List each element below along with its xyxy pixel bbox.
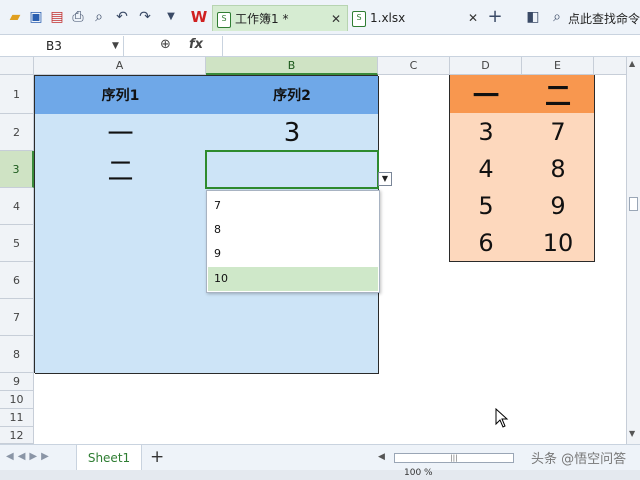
scroll-down-icon[interactable]: ▼ [629,429,635,438]
status-bar: 100 % [0,468,640,480]
close-icon[interactable]: ✕ [468,5,478,31]
search-icon[interactable]: ⌕ [548,8,566,26]
hscroll-left-icon[interactable]: ◀ [378,452,385,462]
scroll-thumb[interactable] [629,197,638,211]
horizontal-scroll-thumb[interactable]: ||| [394,453,514,463]
row-header-11[interactable]: 11 [0,409,34,427]
cell-a2[interactable]: 一 [35,114,207,152]
column-header-f[interactable] [594,57,626,75]
cell-b7[interactable] [206,299,379,337]
wps-logo-icon[interactable]: W [190,8,208,26]
close-icon[interactable]: ✕ [331,6,341,32]
dropdown-option-10[interactable]: 10 [208,267,378,291]
tab-label: 工作簿1 * [235,12,289,26]
quick-access-toolbar: ▰ ▣ ▤ ⎙ ⌕ ↶ ↷ ▼ W S 工作簿1 * ✕ S 1.xlsx ✕ … [0,0,640,35]
cell-e2[interactable]: 7 [522,113,595,151]
sheet-tab-bar: ◀◀▶▶ Sheet1 + ◀ ||| 头条 @悟空问答 [0,444,640,471]
row-header-8[interactable]: 8 [0,336,34,373]
fx-label[interactable]: fx [189,37,203,52]
row-header-7[interactable]: 7 [0,299,34,336]
cell-d5[interactable]: 6 [450,224,523,262]
cell-d4[interactable]: 5 [450,187,523,225]
watermark: 头条 @悟空问答 [531,452,627,467]
formula-input[interactable] [222,36,640,56]
cell-a6[interactable] [35,262,207,300]
column-header-a[interactable]: A [34,57,206,75]
save-icon[interactable]: ▣ [27,8,45,26]
validation-dropdown-list: 7 8 9 10 [206,190,380,293]
zoom-level[interactable]: 100 % [404,468,433,478]
cell-e3[interactable]: 8 [522,150,595,188]
tab-list-icon[interactable]: ◧ [524,8,542,26]
cell-b1[interactable]: 序列2 [206,76,379,115]
name-box[interactable]: B3 ▼ [0,36,124,56]
row-header-6[interactable]: 6 [0,262,34,299]
select-all-corner[interactable] [0,57,34,75]
tab-label: 1.xlsx [370,11,406,25]
cell-a7[interactable] [35,299,207,337]
zoom-function-icon[interactable]: ⊕ [160,37,171,52]
cell-d3[interactable]: 4 [450,150,523,188]
export-pdf-icon[interactable]: ▤ [48,8,66,26]
command-search-label[interactable]: 点此查找命令 [568,10,640,27]
row-header-12[interactable]: 12 [0,427,34,444]
row-header-10[interactable]: 10 [0,391,34,409]
cell-b2[interactable]: 3 [206,114,379,152]
row-header-3[interactable]: 3 [0,151,34,188]
column-header-b[interactable]: B [206,57,378,75]
sheet-tab-sheet1[interactable]: Sheet1 [76,445,142,471]
cell-reference: B3 [46,39,62,53]
cell-a3[interactable]: 二 [35,151,207,189]
cell-e5[interactable]: 10 [522,224,595,262]
active-cell-outline [205,150,379,189]
cell-a8[interactable] [35,336,207,374]
cell-dropdown-arrow-icon[interactable]: ▼ [378,172,392,186]
table-source-list: 一 二 3 7 4 8 5 9 6 10 [449,75,595,262]
open-folder-icon[interactable]: ▰ [6,8,24,26]
undo-icon[interactable]: ↶ [113,8,131,26]
vertical-scrollbar[interactable]: ▲ ▼ [626,57,640,444]
add-sheet-icon[interactable]: + [150,447,164,467]
tab-workbook1[interactable]: S 工作簿1 * ✕ [212,5,348,31]
scroll-up-icon[interactable]: ▲ [629,59,635,68]
row-header-2[interactable]: 2 [0,114,34,151]
cell-e1[interactable]: 二 [522,75,595,114]
dropdown-option-7[interactable]: 7 [208,194,378,218]
cell-d1[interactable]: 一 [450,75,523,114]
row-header-5[interactable]: 5 [0,225,34,262]
cell-a1[interactable]: 序列1 [35,76,207,115]
redo-icon[interactable]: ↷ [136,8,154,26]
cell-e4[interactable]: 9 [522,187,595,225]
cell-d2[interactable]: 3 [450,113,523,151]
dropdown-option-9[interactable]: 9 [208,242,378,266]
cell-a4[interactable] [35,188,207,226]
column-header-c[interactable]: C [378,57,450,75]
name-box-dropdown-icon[interactable]: ▼ [112,36,119,56]
row-header-4[interactable]: 4 [0,188,34,225]
row-header-9[interactable]: 9 [0,373,34,391]
sheet-nav-arrows-icon[interactable]: ◀◀▶▶ [6,451,53,462]
column-header-e[interactable]: E [522,57,594,75]
customize-chevron-icon[interactable]: ▼ [162,8,180,26]
print-preview-icon[interactable]: ⌕ [90,8,108,26]
tab-1-xlsx[interactable]: S 1.xlsx ✕ [348,5,484,31]
dropdown-option-8[interactable]: 8 [208,218,378,242]
cell-b8[interactable] [206,336,379,374]
row-header-1[interactable]: 1 [0,75,34,114]
spreadsheet-file-icon: S [217,12,231,28]
print-icon[interactable]: ⎙ [69,8,87,26]
new-tab-plus-icon[interactable]: + [486,8,504,26]
cell-a5[interactable] [35,225,207,263]
spreadsheet-file-icon: S [352,11,366,27]
column-header-d[interactable]: D [450,57,522,75]
mouse-pointer-icon [495,408,509,428]
